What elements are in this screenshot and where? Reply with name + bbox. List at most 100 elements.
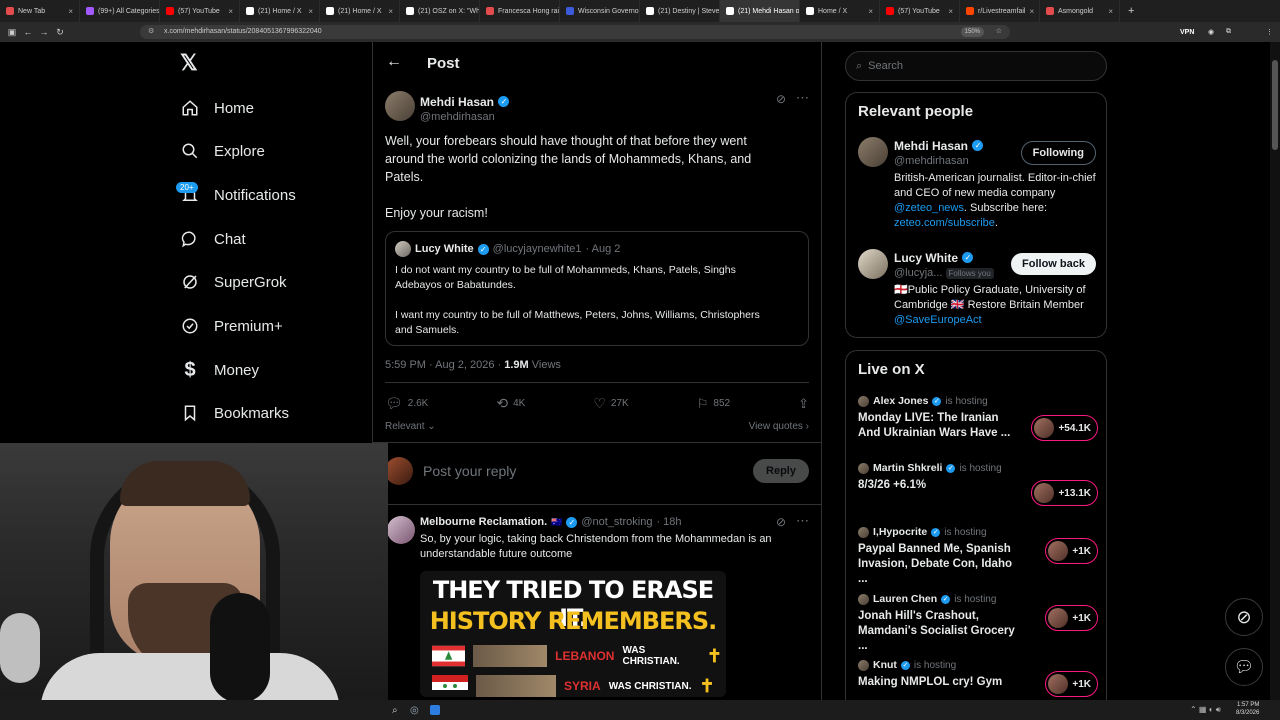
close-tab-icon[interactable]: × (228, 7, 233, 16)
site-info-icon[interactable]: ⚙ (148, 25, 154, 39)
menu-icon[interactable]: ⋮ (1266, 28, 1273, 36)
live-listeners-pill[interactable]: +13.1K (1031, 480, 1098, 506)
close-tab-icon[interactable]: × (388, 7, 393, 16)
browser-tab[interactable]: Home / X × (800, 0, 880, 22)
browser-tab[interactable]: (99+) All Categories× (80, 0, 160, 22)
nav-chat[interactable]: Chat (180, 229, 246, 249)
live-item[interactable]: Lauren Chen ✓ is hosting Jonah Hill's Crash… (858, 593, 1098, 654)
tab-favicon-icon (966, 7, 974, 15)
bookmark-star-icon[interactable]: ☆ (996, 25, 1002, 39)
like-action[interactable]: ♡ 27K (593, 395, 628, 412)
view-quotes-link[interactable]: View quotes › (749, 421, 809, 432)
plush-toy (0, 613, 40, 683)
address-bar[interactable]: ⚙ x.com/mehdirhasan/status/2084051367996… (140, 25, 1010, 39)
browser-tab[interactable]: (21) Home / X × (240, 0, 320, 22)
more-options-icon[interactable]: ⋯ (796, 90, 809, 106)
reply-author-row[interactable]: Melbourne Reclamation. 🇦🇺 ✓ @not_strokin… (420, 516, 682, 528)
browser-tab[interactable]: (21) Destiny | Steve× (640, 0, 720, 22)
sort-dropdown[interactable]: Relevant ⌄ (385, 421, 436, 432)
browser-tab[interactable]: (57) YouTube × (880, 0, 960, 22)
close-tab-icon[interactable]: × (68, 7, 73, 16)
close-tab-icon[interactable]: × (308, 7, 313, 16)
live-item[interactable]: I,Hypocrite ✓ is hosting Paypal Banned Me, … (858, 526, 1098, 587)
following-button[interactable]: Following (1020, 141, 1096, 165)
profile-icon[interactable]: ◉ (1208, 28, 1214, 36)
live-listeners-pill[interactable]: +1K (1045, 605, 1098, 631)
back-arrow-icon[interactable]: ← (386, 53, 402, 71)
live-item[interactable]: Martin Shkreli ✓ is hosting 8/3/26 +6.1% +13… (858, 462, 1098, 506)
follows-you-badge: Follows you (945, 268, 994, 279)
bookmark-action[interactable]: ⚐ 852 (697, 395, 730, 412)
vpn-badge[interactable]: VPN (1180, 29, 1194, 36)
messages-fab[interactable]: 💬︎ (1225, 648, 1263, 686)
nav-money[interactable]: $ Money (180, 359, 259, 381)
close-tab-icon[interactable]: × (1029, 7, 1034, 16)
grok-fab[interactable]: ⊘ (1225, 598, 1263, 636)
browser-tab[interactable]: Francesca Hong rai× (480, 0, 560, 22)
person-avatar[interactable] (858, 137, 888, 167)
share-action[interactable]: ⇪ (798, 395, 809, 412)
close-tab-icon[interactable]: × (868, 7, 873, 16)
browser-tab[interactable]: New Tab × (0, 0, 80, 22)
scrollbar-thumb[interactable] (1272, 60, 1278, 150)
live-item[interactable]: Knut ✓ is hosting Making NMPLOL cry! Gym +1K (858, 659, 1098, 697)
forward-icon[interactable]: → (36, 27, 52, 37)
browser-tab[interactable]: (57) YouTube × (160, 0, 240, 22)
quoted-tweet[interactable]: Lucy White ✓ @lucyjaynewhite1 · Aug 2 I … (385, 231, 809, 346)
reply-action[interactable]: 💬︎ 2.6K (385, 395, 428, 412)
nav-supergrok[interactable]: SuperGrok (180, 272, 287, 292)
search-input[interactable]: ⌕ Search (845, 51, 1107, 81)
reply-input[interactable]: Post your reply (423, 463, 516, 479)
browser-tab[interactable]: (21) OSZ on X: "Wh× (400, 0, 480, 22)
nav-home[interactable]: Home (180, 98, 254, 118)
live-title: Making NMPLOL cry! Gym (858, 676, 1003, 688)
steam-icon[interactable]: ◎ (410, 705, 419, 716)
bio-link[interactable]: @SaveEuropeAct (894, 314, 982, 326)
live-listeners-pill[interactable]: +1K (1045, 671, 1098, 697)
back-icon[interactable]: ← (20, 27, 36, 37)
new-tab-icon[interactable]: + (1128, 5, 1134, 17)
browser-tab[interactable]: Asmongold × (1040, 0, 1120, 22)
reload-icon[interactable]: ↻ (52, 27, 68, 38)
nav-explore[interactable]: Explore (180, 141, 265, 161)
browser-tab[interactable]: r/Livestreamfail × (960, 0, 1040, 22)
bio-link[interactable]: @zeteo_news (894, 202, 964, 214)
zoom-indicator[interactable]: 150% (960, 27, 984, 37)
bio-link[interactable]: zeteo.com/subscribe (894, 217, 995, 229)
live-listeners-pill[interactable]: +54.1K (1031, 415, 1098, 441)
close-tab-icon[interactable]: × (1108, 7, 1113, 16)
grok-explain-icon[interactable]: ⊘ (776, 92, 786, 106)
follow-back-button[interactable]: Follow back (1011, 253, 1096, 275)
author-avatar[interactable] (385, 91, 415, 121)
clock[interactable]: 1:57 PM 8/3/2026 (1236, 701, 1259, 717)
live-host-row: Martin Shkreli ✓ is hosting (858, 462, 1098, 474)
app-icon[interactable] (430, 705, 440, 715)
tab-label: Francesca Hong rai (498, 7, 560, 15)
sidebar-toggle-icon[interactable]: ▣ (4, 27, 20, 38)
reply-author-avatar[interactable] (387, 516, 415, 544)
repost-action[interactable]: ⟲ 4K (496, 395, 525, 412)
browser-tab[interactable]: (21) Home / X × (320, 0, 400, 22)
more-options-icon[interactable]: ⋯ (796, 513, 809, 529)
tab-favicon-icon (86, 7, 94, 15)
browser-tab[interactable]: Wisconsin Governo× (560, 0, 640, 22)
extensions-icon[interactable]: ⧉ (1226, 28, 1231, 36)
close-tab-icon[interactable]: × (948, 7, 953, 16)
reply-image[interactable]: THEY TRIED TO ERASE IT. HISTORY REMEMBER… (420, 571, 726, 697)
person-avatar[interactable] (858, 249, 888, 279)
live-title: Jonah Hill's Crashout, Mamdani's Sociali… (858, 610, 1015, 652)
live-listeners-pill[interactable]: +1K (1045, 538, 1098, 564)
x-logo[interactable]: 𝕏 (180, 50, 198, 76)
reply-button[interactable]: Reply (753, 459, 809, 483)
live-thumb (1034, 483, 1055, 503)
nav-bookmarks[interactable]: Bookmarks (180, 403, 289, 423)
user-avatar[interactable] (385, 457, 413, 485)
nav-premium[interactable]: Premium+ (180, 316, 283, 336)
grok-explain-icon[interactable]: ⊘ (776, 515, 786, 529)
live-title: Paypal Banned Me, Spanish Invasion, Deba… (858, 543, 1012, 585)
author-info[interactable]: Mehdi Hasan ✓ @mehdirhasan (420, 93, 510, 123)
live-item[interactable]: Alex Jones ✓ is hosting Monday LIVE: The Ir… (858, 395, 1098, 441)
search-icon[interactable]: ⌕ (392, 705, 398, 716)
reply-composer[interactable]: Post your reply Reply (385, 455, 809, 487)
browser-tab[interactable]: (21) Mehdi Hasan o× (720, 0, 800, 22)
